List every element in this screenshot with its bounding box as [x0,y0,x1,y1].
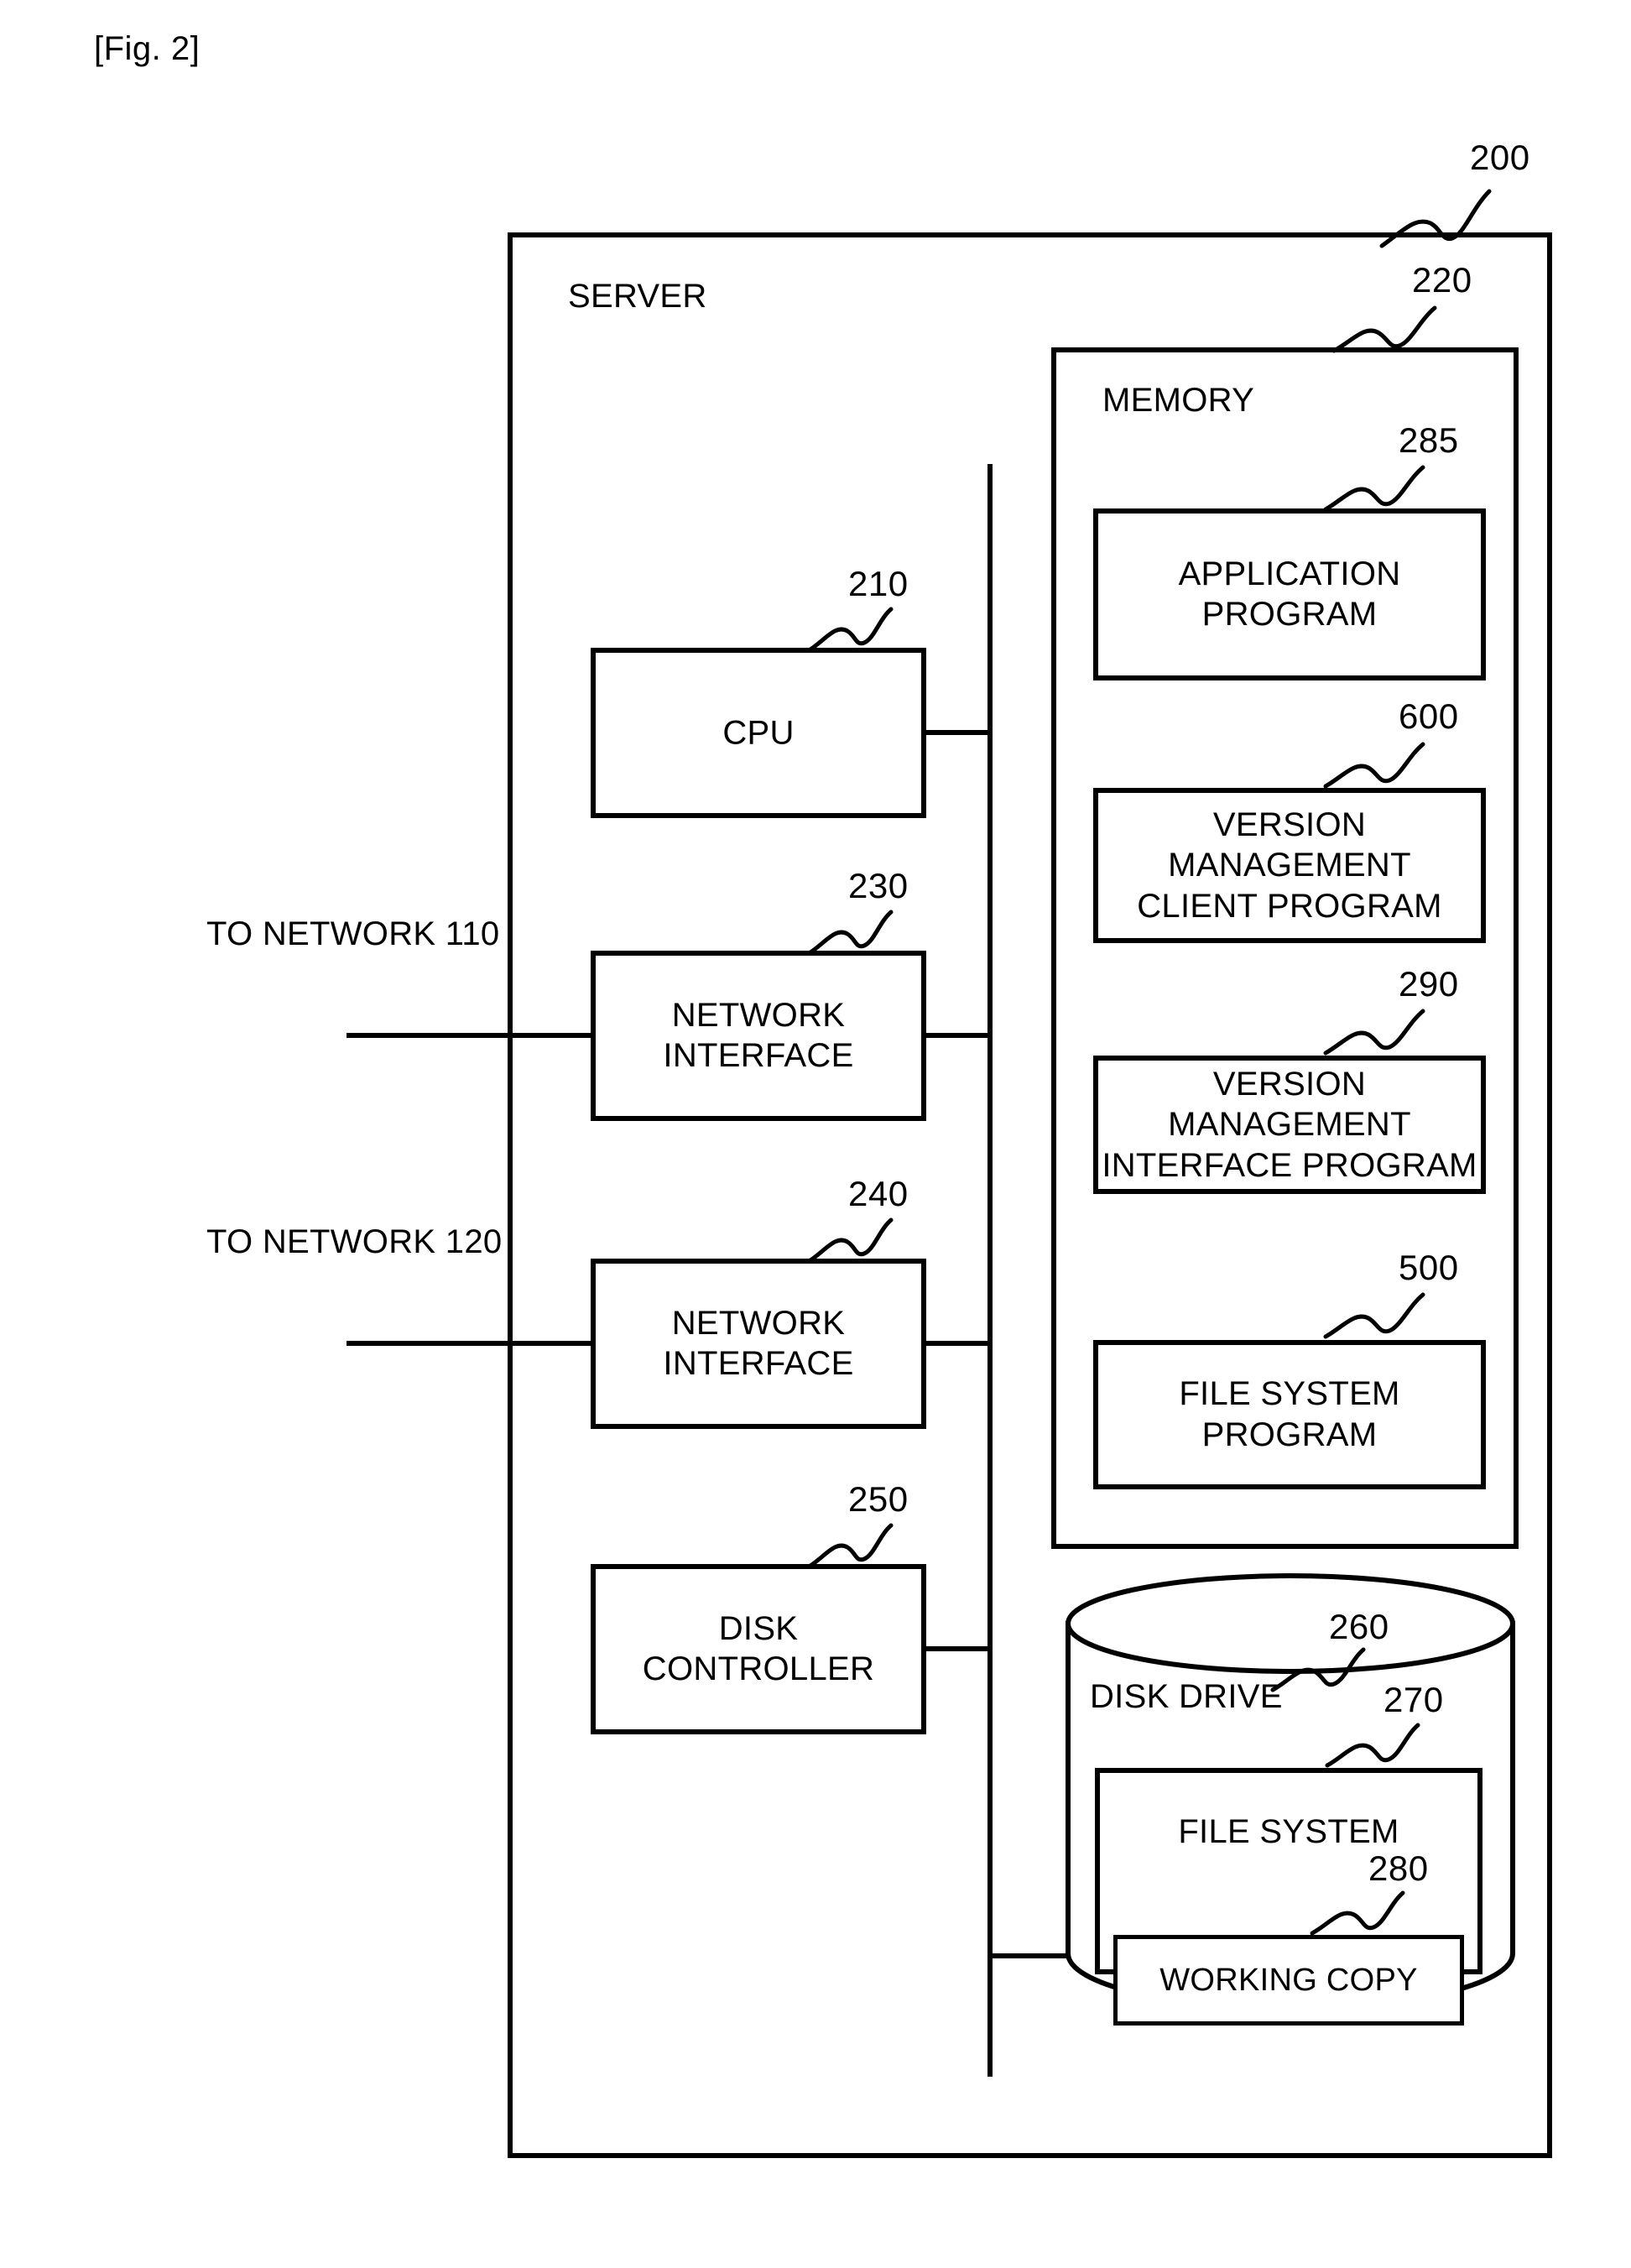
disk-drive-bus-wire [987,1953,1070,1958]
to-network-120-label: TO NETWORK 120 [206,1223,503,1260]
ref-210: 210 [848,564,909,603]
ref-260: 260 [1329,1607,1389,1646]
network-interface-240-box: NETWORK INTERFACE [591,1259,926,1429]
application-program-label: APPLICATION PROGRAM [1178,555,1401,633]
server-label: SERVER [568,278,707,315]
ref-500: 500 [1399,1248,1459,1287]
ref-250: 250 [848,1479,909,1519]
network-interface-230-label: NETWORK INTERFACE [663,996,854,1075]
version-management-client-program-label: VERSION MANAGEMENT CLIENT PROGRAM [1137,806,1442,925]
version-management-client-program-box: VERSION MANAGEMENT CLIENT PROGRAM [1093,788,1486,943]
disk-controller-box: DISK CONTROLLER [591,1564,926,1734]
application-program-box: APPLICATION PROGRAM [1093,508,1486,680]
disk-drive-label: DISK DRIVE [1090,1678,1283,1715]
network-interface-240-bus-wire [923,1341,990,1346]
system-bus [987,464,993,2077]
figure-canvas: [Fig. 2] SERVER 200 MEMORY 220 APPLICATI… [0,0,1631,2268]
version-management-interface-program-label: VERSION MANAGEMENT INTERFACE PROGRAM [1102,1065,1477,1184]
figure-caption: [Fig. 2] [94,30,201,67]
ref-220: 220 [1412,260,1472,300]
ref-240: 240 [848,1174,909,1213]
ref-285: 285 [1399,420,1459,460]
ref-200: 200 [1470,138,1530,177]
working-copy-label: WORKING COPY [1159,1962,1418,1998]
working-copy-box: WORKING COPY [1113,1935,1464,2026]
disk-controller-bus-wire [923,1646,990,1651]
cpu-box: CPU [591,648,926,818]
ref-280: 280 [1368,1848,1429,1888]
network-interface-240-label: NETWORK INTERFACE [663,1304,854,1383]
ref-290: 290 [1399,964,1459,1004]
to-network-110-label: TO NETWORK 110 [206,915,500,952]
memory-label: MEMORY [1102,382,1255,419]
file-system-program-box: FILE SYSTEM PROGRAM [1093,1340,1486,1489]
disk-controller-label: DISK CONTROLLER [642,1609,875,1688]
network-interface-230-bus-wire [923,1033,990,1038]
file-system-program-label: FILE SYSTEM PROGRAM [1179,1375,1400,1453]
cpu-label: CPU [722,714,795,752]
network-interface-230-box: NETWORK INTERFACE [591,951,926,1121]
network-120-link-wire [347,1341,594,1346]
ref-270: 270 [1383,1680,1444,1719]
network-110-link-wire [347,1033,594,1038]
ref-230: 230 [848,866,909,905]
version-management-interface-program-box: VERSION MANAGEMENT INTERFACE PROGRAM [1093,1056,1486,1194]
file-system-label: FILE SYSTEM [1178,1813,1399,1850]
cpu-bus-wire [923,730,990,735]
ref-600: 600 [1399,696,1459,736]
